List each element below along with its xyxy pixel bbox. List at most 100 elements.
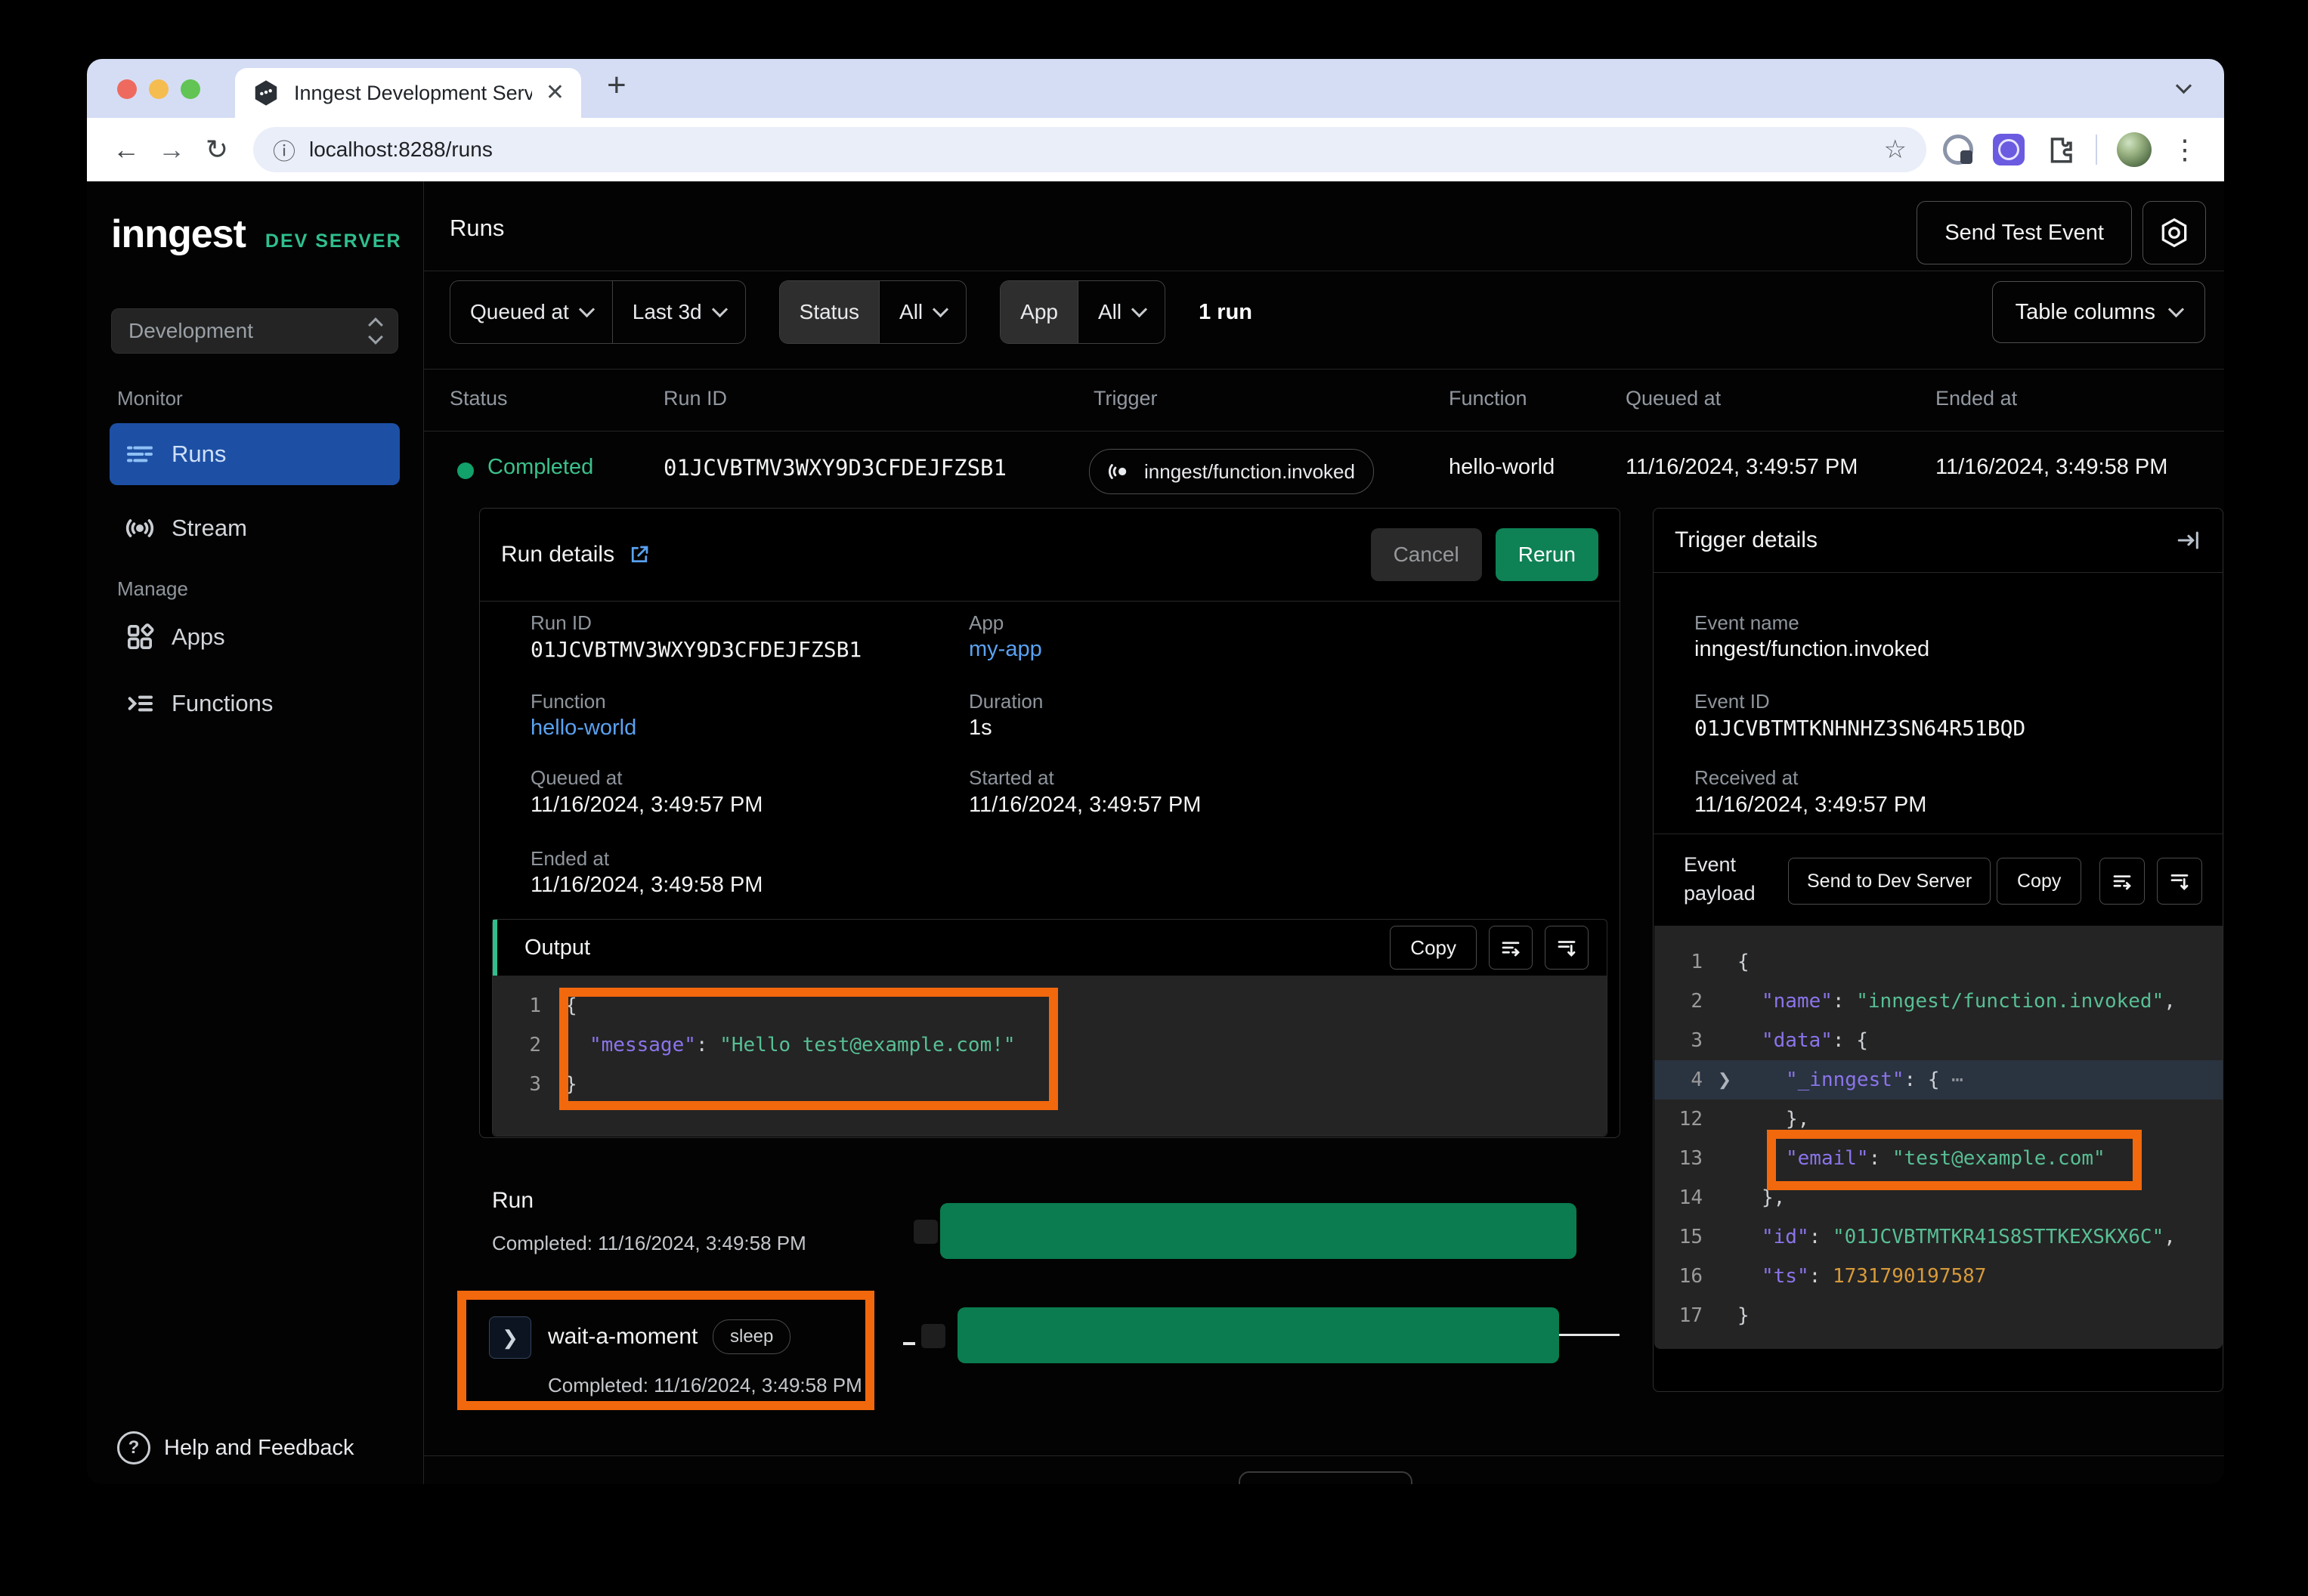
payload-expand-button[interactable] <box>2157 858 2202 905</box>
password-manager-extension-icon[interactable] <box>1943 135 1973 165</box>
function-link[interactable]: hello-world <box>531 716 636 741</box>
trigger-details-title: Trigger details <box>1675 527 1818 553</box>
status-filter[interactable]: Status All <box>779 280 967 344</box>
payload-word-wrap-button[interactable] <box>2099 858 2145 905</box>
profile-avatar[interactable] <box>2117 132 2152 167</box>
row-ended-at: 11/16/2024, 3:49:58 PM <box>1935 455 2167 480</box>
sidebar-item-runs[interactable]: Runs <box>110 423 400 485</box>
window-controls <box>117 79 200 99</box>
sidebar-item-functions[interactable]: Functions <box>110 673 400 735</box>
extensions-puzzle-icon[interactable] <box>2044 134 2076 165</box>
row-trigger: inngest/function.invoked <box>1144 460 1355 484</box>
word-wrap-button[interactable] <box>1489 926 1533 970</box>
code-line: 17} <box>1654 1296 2223 1335</box>
site-info-icon[interactable]: ⓘ <box>273 133 295 166</box>
browser-menu-icon[interactable]: ⋮ <box>2171 134 2198 165</box>
code-text: "ts": 1731790197587 <box>1737 1265 1986 1288</box>
forward-button[interactable]: → <box>152 134 191 165</box>
tab-close-icon[interactable]: ✕ <box>546 82 565 104</box>
sidebar-item-label: Apps <box>172 623 225 651</box>
scroll-down-icon <box>1555 936 1578 959</box>
maximize-window-button[interactable] <box>181 79 200 99</box>
timeline-tail <box>1559 1334 1620 1336</box>
copy-payload-button[interactable]: Copy <box>1997 858 2081 905</box>
app-link[interactable]: my-app <box>969 637 1042 662</box>
external-link-icon[interactable] <box>628 543 651 566</box>
divider <box>424 369 2224 370</box>
logo-row: inngest DEV SERVER <box>111 212 402 257</box>
code-text: "id": "01JCVBTMTKR41S8STTKEXSKX6C", <box>1737 1226 2176 1248</box>
collapse-panel-icon[interactable] <box>2176 527 2201 553</box>
queued-at-value: 11/16/2024, 3:49:57 PM <box>531 793 763 818</box>
inngest-logo: inngest <box>111 212 246 257</box>
back-button[interactable]: ← <box>107 134 146 165</box>
code-text: } <box>1737 1304 1750 1327</box>
bookmark-star-icon[interactable]: ☆ <box>1884 135 1907 165</box>
code-text: "name": "inngest/function.invoked", <box>1737 990 2176 1013</box>
browser-tab[interactable]: Inngest Development Server ✕ <box>235 68 581 118</box>
time-filter[interactable]: Queued at Last 3d <box>450 280 746 344</box>
environment-selector[interactable]: Development <box>111 308 398 354</box>
trigger-pill[interactable]: inngest/function.invoked <box>1089 449 1374 494</box>
cancel-button[interactable]: Cancel <box>1371 528 1482 581</box>
toolbar-extensions: ⋮ <box>1943 132 2204 167</box>
sidebar-item-apps[interactable]: Apps <box>110 606 400 668</box>
app-filter[interactable]: App All <box>1000 280 1165 344</box>
app-filter-label: App <box>1020 300 1058 324</box>
line-number: 17 <box>1654 1304 1712 1327</box>
rerun-button[interactable]: Rerun <box>1496 528 1598 581</box>
sidebar-item-label: Runs <box>172 441 226 468</box>
step-timeline-bar[interactable] <box>958 1307 1559 1363</box>
timeline-run-label[interactable]: Run <box>492 1188 534 1214</box>
copy-output-button[interactable]: Copy <box>1390 926 1477 970</box>
table-columns-button[interactable]: Table columns <box>1992 281 2205 343</box>
queued-at-label: Queued at <box>531 766 622 790</box>
expand-step-button[interactable]: ❯ <box>489 1316 531 1359</box>
address-bar[interactable]: ⓘ localhost:8288/runs ☆ <box>253 127 1926 172</box>
sidebar-item-stream[interactable]: Stream <box>110 497 400 559</box>
ended-at-value: 11/16/2024, 3:49:58 PM <box>531 873 763 898</box>
trigger-details-card: Trigger details Event name inngest/funct… <box>1653 508 2223 1392</box>
code-text: { <box>1737 951 1750 973</box>
step-name[interactable]: wait-a-moment <box>548 1324 698 1350</box>
send-test-event-button[interactable]: Send Test Event <box>1917 201 2132 264</box>
code-line: 2"name": "inngest/function.invoked", <box>1654 982 2223 1021</box>
reload-button[interactable]: ↻ <box>197 134 237 165</box>
received-at-label: Received at <box>1694 766 1798 790</box>
collapse-chevron-icon[interactable]: ❯ <box>1712 1070 1737 1090</box>
received-at-value: 11/16/2024, 3:49:57 PM <box>1694 793 1926 818</box>
inngest-app: inngest DEV SERVER Development Monitor R… <box>87 181 2224 1484</box>
stream-icon <box>125 513 155 543</box>
col-header-status: Status <box>450 387 508 410</box>
line-number: 14 <box>1654 1186 1712 1209</box>
code-line: 16"ts": 1731790197587 <box>1654 1257 2223 1296</box>
url-text[interactable]: localhost:8288/runs <box>309 138 1870 162</box>
col-header-function: Function <box>1449 387 1527 410</box>
minimize-window-button[interactable] <box>149 79 169 99</box>
help-and-feedback[interactable]: ? Help and Feedback <box>117 1431 354 1465</box>
extension-icon[interactable] <box>1993 134 2025 165</box>
app-filter-value: All <box>1098 300 1122 324</box>
event-broadcast-icon <box>1108 459 1134 484</box>
trigger-details-header: Trigger details <box>1654 509 2223 573</box>
time-range-value: Last 3d <box>633 300 702 324</box>
col-header-run-id: Run ID <box>664 387 727 410</box>
expand-output-button[interactable] <box>1545 926 1589 970</box>
row-queued-at: 11/16/2024, 3:49:57 PM <box>1626 455 1858 480</box>
word-wrap-icon <box>1499 936 1522 959</box>
event-payload-label: Event payload <box>1684 850 1797 908</box>
close-window-button[interactable] <box>117 79 137 99</box>
load-more-button[interactable] <box>1239 1471 1412 1484</box>
tab-search-button[interactable] <box>2167 72 2200 105</box>
status-filter-label: Status <box>800 300 859 324</box>
settings-button[interactable] <box>2142 201 2206 264</box>
col-header-ended-at: Ended at <box>1935 387 2017 410</box>
browser-toolbar: ← → ↻ ⓘ localhost:8288/runs ☆ ⋮ <box>87 118 2224 181</box>
send-to-dev-server-button[interactable]: Send to Dev Server <box>1788 858 1991 905</box>
chevron-down-icon <box>2168 301 2184 317</box>
run-timeline-bar[interactable] <box>940 1203 1576 1259</box>
time-field-label: Queued at <box>470 300 569 324</box>
code-text: }, <box>1737 1108 1809 1130</box>
code-line: 15"id": "01JCVBTMTKR41S8STTKEXSKX6C", <box>1654 1217 2223 1257</box>
new-tab-button[interactable]: + <box>607 66 627 104</box>
